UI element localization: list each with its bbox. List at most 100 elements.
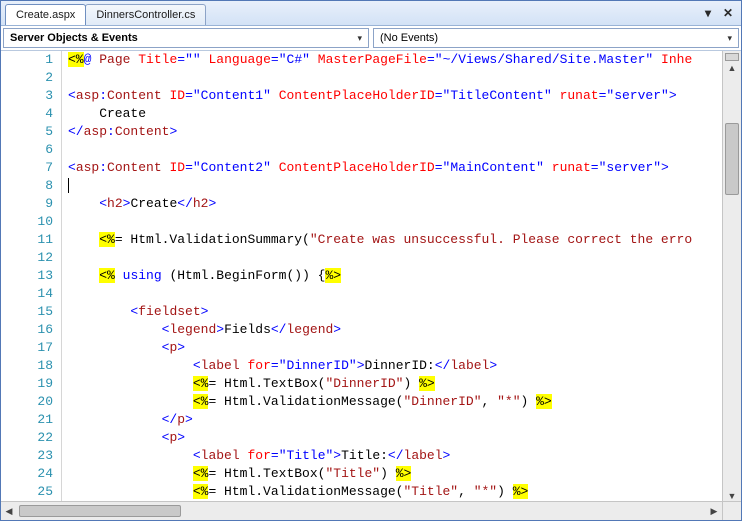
split-handle[interactable] xyxy=(725,53,739,61)
code-content[interactable]: <h2>Create</h2> xyxy=(62,195,693,213)
code-line[interactable]: 2 xyxy=(1,69,692,87)
code-line[interactable]: 17 <p> xyxy=(1,339,692,357)
code-content[interactable]: <asp:Content ID="Content2" ContentPlaceH… xyxy=(62,159,693,177)
code-content[interactable]: <%= Html.ValidationMessage("Title", "*")… xyxy=(62,483,693,501)
code-content[interactable]: <%= Html.ValidationMessage("DinnerID", "… xyxy=(62,393,693,411)
editor-area: 1<%@ Page Title="" Language="C#" MasterP… xyxy=(1,51,741,501)
tab-strip: Create.aspx DinnersController.cs xyxy=(1,1,205,25)
chevron-down-icon: ▾ xyxy=(727,33,732,44)
code-line[interactable]: 13 <% using (Html.BeginForm()) {%> xyxy=(1,267,692,285)
line-number: 3 xyxy=(1,87,62,105)
line-number: 4 xyxy=(1,105,62,123)
code-line[interactable]: 18 <label for="DinnerID">DinnerID:</labe… xyxy=(1,357,692,375)
horizontal-scrollbar[interactable]: ◀ ▶ xyxy=(1,501,741,520)
code-line[interactable]: 16 <legend>Fields</legend> xyxy=(1,321,692,339)
line-number: 7 xyxy=(1,159,62,177)
code-content[interactable]: </asp:Content> xyxy=(62,123,693,141)
scroll-right-icon[interactable]: ▶ xyxy=(706,506,722,517)
line-number: 15 xyxy=(1,303,62,321)
code-content[interactable]: <%= Html.ValidationSummary("Create was u… xyxy=(62,231,693,249)
code-content[interactable] xyxy=(62,177,693,195)
code-line[interactable]: 3<asp:Content ID="Content1" ContentPlace… xyxy=(1,87,692,105)
code-line[interactable]: 11 <%= Html.ValidationSummary("Create wa… xyxy=(1,231,692,249)
code-content[interactable]: <asp:Content ID="Content1" ContentPlaceH… xyxy=(62,87,693,105)
code-content[interactable] xyxy=(62,249,693,267)
code-content[interactable]: <label for="DinnerID">DinnerID:</label> xyxy=(62,357,693,375)
vscroll-thumb[interactable] xyxy=(725,123,739,195)
code-content[interactable] xyxy=(62,69,693,87)
line-number: 18 xyxy=(1,357,62,375)
line-number: 10 xyxy=(1,213,62,231)
line-number: 13 xyxy=(1,267,62,285)
code-content[interactable] xyxy=(62,285,693,303)
line-number: 5 xyxy=(1,123,62,141)
code-line[interactable]: 12 xyxy=(1,249,692,267)
window-dropdown-icon[interactable]: ▾ xyxy=(701,6,715,20)
code-line[interactable]: 19 <%= Html.TextBox("DinnerID") %> xyxy=(1,375,692,393)
code-line[interactable]: 1<%@ Page Title="" Language="C#" MasterP… xyxy=(1,51,692,69)
code-line[interactable]: 8 xyxy=(1,177,692,195)
code-line[interactable]: 7<asp:Content ID="Content2" ContentPlace… xyxy=(1,159,692,177)
code-content[interactable]: <legend>Fields</legend> xyxy=(62,321,693,339)
line-number: 25 xyxy=(1,483,62,501)
code-content[interactable]: <fieldset> xyxy=(62,303,693,321)
events-dropdown[interactable]: (No Events) ▾ xyxy=(373,28,739,48)
line-number: 23 xyxy=(1,447,62,465)
code-content[interactable]: <p> xyxy=(62,339,693,357)
tab-create-aspx[interactable]: Create.aspx xyxy=(5,4,86,25)
code-table: 1<%@ Page Title="" Language="C#" MasterP… xyxy=(1,51,692,501)
line-number: 14 xyxy=(1,285,62,303)
editor-window: Create.aspx DinnersController.cs ▾ ✕ Ser… xyxy=(0,0,742,521)
code-line[interactable]: 25 <%= Html.ValidationMessage("Title", "… xyxy=(1,483,692,501)
objects-dropdown[interactable]: Server Objects & Events ▾ xyxy=(3,28,369,48)
code-content[interactable]: <p> xyxy=(62,429,693,447)
chevron-down-icon: ▾ xyxy=(357,33,362,44)
code-content[interactable]: </p> xyxy=(62,411,693,429)
line-number: 21 xyxy=(1,411,62,429)
line-number: 22 xyxy=(1,429,62,447)
line-number: 9 xyxy=(1,195,62,213)
code-line[interactable]: 10 xyxy=(1,213,692,231)
line-number: 16 xyxy=(1,321,62,339)
code-content[interactable]: <% using (Html.BeginForm()) {%> xyxy=(62,267,693,285)
line-number: 11 xyxy=(1,231,62,249)
line-number: 1 xyxy=(1,51,62,69)
code-line[interactable]: 20 <%= Html.ValidationMessage("DinnerID"… xyxy=(1,393,692,411)
code-content[interactable] xyxy=(62,141,693,159)
vscroll-track[interactable] xyxy=(723,73,741,491)
hscroll-thumb[interactable] xyxy=(19,505,181,517)
code-line[interactable]: 24 <%= Html.TextBox("Title") %> xyxy=(1,465,692,483)
scroll-up-icon[interactable]: ▲ xyxy=(728,63,737,73)
vertical-scrollbar[interactable]: ▲ ▼ xyxy=(722,51,741,501)
code-line[interactable]: 9 <h2>Create</h2> xyxy=(1,195,692,213)
line-number: 2 xyxy=(1,69,62,87)
code-line[interactable]: 4 Create xyxy=(1,105,692,123)
code-line[interactable]: 15 <fieldset> xyxy=(1,303,692,321)
code-line[interactable]: 5</asp:Content> xyxy=(1,123,692,141)
scroll-down-icon[interactable]: ▼ xyxy=(728,491,737,501)
code-content[interactable]: <label for="Title">Title:</label> xyxy=(62,447,693,465)
line-number: 12 xyxy=(1,249,62,267)
code-content[interactable] xyxy=(62,213,693,231)
code-line[interactable]: 23 <label for="Title">Title:</label> xyxy=(1,447,692,465)
code-content[interactable]: <%= Html.TextBox("DinnerID") %> xyxy=(62,375,693,393)
code-editor[interactable]: 1<%@ Page Title="" Language="C#" MasterP… xyxy=(1,51,722,501)
line-number: 19 xyxy=(1,375,62,393)
line-number: 6 xyxy=(1,141,62,159)
code-line[interactable]: 22 <p> xyxy=(1,429,692,447)
scroll-left-icon[interactable]: ◀ xyxy=(1,506,17,517)
code-content[interactable]: <%= Html.TextBox("Title") %> xyxy=(62,465,693,483)
close-icon[interactable]: ✕ xyxy=(721,6,735,20)
titlebar: Create.aspx DinnersController.cs ▾ ✕ xyxy=(1,1,741,26)
code-line[interactable]: 21 </p> xyxy=(1,411,692,429)
line-number: 24 xyxy=(1,465,62,483)
window-controls: ▾ ✕ xyxy=(701,1,741,25)
code-content[interactable]: <%@ Page Title="" Language="C#" MasterPa… xyxy=(62,51,693,69)
hscroll-track[interactable] xyxy=(17,504,706,518)
code-content[interactable]: Create xyxy=(62,105,693,123)
code-line[interactable]: 6 xyxy=(1,141,692,159)
code-line[interactable]: 14 xyxy=(1,285,692,303)
line-number: 17 xyxy=(1,339,62,357)
tab-dinnerscontroller[interactable]: DinnersController.cs xyxy=(85,4,206,25)
navigation-bar: Server Objects & Events ▾ (No Events) ▾ xyxy=(1,26,741,51)
